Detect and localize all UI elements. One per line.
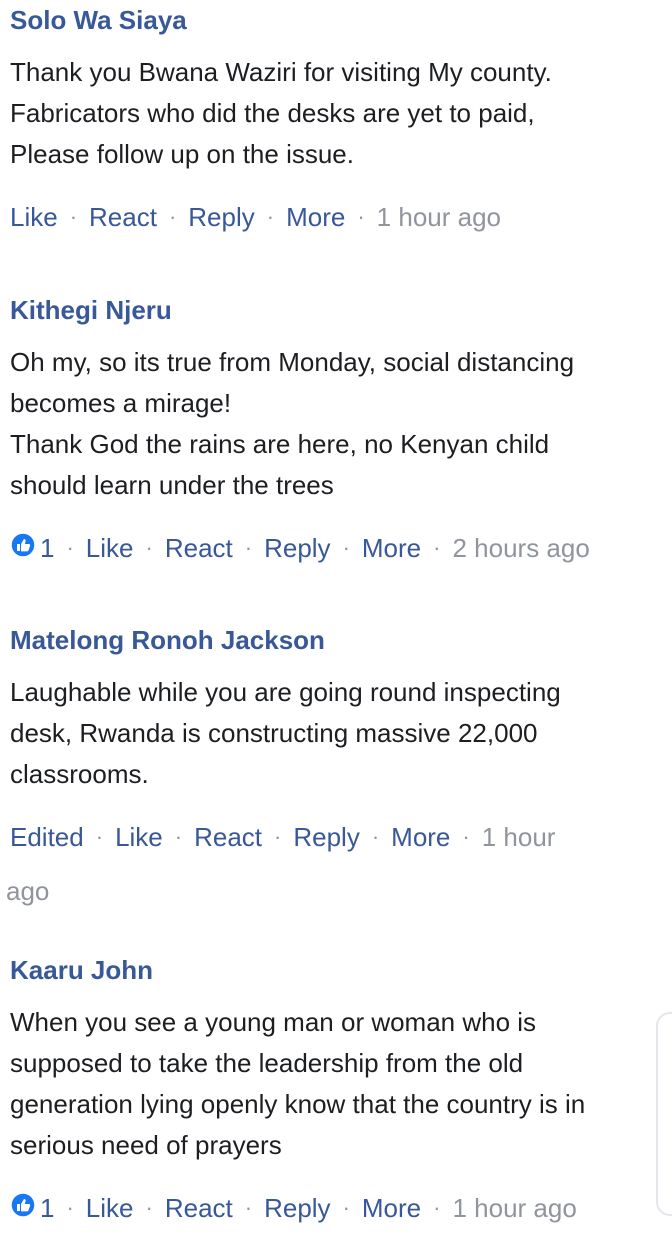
comment-line: serious need of prayers [10, 1130, 282, 1160]
separator-dot: · [66, 1195, 74, 1220]
comment-line: should learn under the trees [10, 470, 334, 500]
separator-dot: · [95, 824, 104, 849]
comment-line: desk, Rwanda is constructing massive 22,… [10, 718, 538, 748]
comment: Kithegi Njeru Oh my, so its true from Mo… [10, 290, 648, 568]
comment-line: becomes a mirage! [10, 388, 232, 418]
react-link[interactable]: React [165, 1188, 233, 1228]
comment-line: generation lying openly know that the co… [10, 1089, 586, 1119]
comment-body: Thank you Bwana Waziri for visiting My c… [10, 52, 648, 175]
separator-dot: · [266, 204, 275, 229]
comment-actions: Edited · Like · React · Reply · More · 1… [10, 817, 648, 857]
more-link[interactable]: More [362, 1188, 421, 1228]
comment-timestamp[interactable]: 1 hour [482, 817, 556, 857]
separator-dot: · [145, 1195, 153, 1220]
separator-dot: · [274, 824, 282, 849]
comment-line: When you see a young man or woman who is [10, 1007, 537, 1037]
separator-dot: · [433, 1195, 441, 1220]
comment-line: classrooms. [10, 759, 149, 789]
like-link[interactable]: Like [86, 528, 134, 568]
comment-timestamp[interactable]: 1 hour ago [377, 197, 501, 237]
comment-line: Thank God the rains are here, no Kenyan … [10, 429, 550, 459]
separator-dot: · [145, 535, 153, 560]
react-link[interactable]: React [165, 528, 233, 568]
thumbs-up-icon [10, 529, 36, 558]
reaction-badge[interactable]: 1 [10, 1188, 54, 1228]
more-link[interactable]: More [286, 197, 345, 237]
more-link[interactable]: More [362, 528, 421, 568]
comment-timestamp[interactable]: 2 hours ago [452, 528, 589, 568]
reply-link[interactable]: Reply [264, 528, 330, 568]
react-link[interactable]: React [194, 817, 262, 857]
reply-link[interactable]: Reply [264, 1188, 330, 1228]
separator-dot: · [433, 535, 441, 560]
comment: Kaaru John When you see a young man or w… [10, 950, 648, 1228]
comment: Solo Wa Siaya Thank you Bwana Waziri for… [10, 0, 648, 237]
comment-line: supposed to take the leadership from the… [10, 1048, 524, 1078]
react-link[interactable]: React [89, 197, 157, 237]
more-link[interactable]: More [391, 817, 450, 857]
comment-author[interactable]: Matelong Ronoh Jackson [10, 620, 648, 660]
comment: Matelong Ronoh Jackson Laughable while y… [6, 620, 648, 906]
like-link[interactable]: Like [86, 1188, 134, 1228]
comment-author[interactable]: Kithegi Njeru [10, 290, 648, 330]
reaction-count: 1 [40, 533, 55, 563]
separator-dot: · [342, 1195, 350, 1220]
comment-author[interactable]: Solo Wa Siaya [10, 0, 648, 40]
comment-line: Laughable while you are going round insp… [10, 677, 561, 707]
reply-link[interactable]: Reply [188, 197, 254, 237]
comment-line: Please follow up on the issue. [10, 139, 354, 169]
edited-label[interactable]: Edited [10, 817, 84, 857]
like-link[interactable]: Like [115, 817, 163, 857]
comment-line: Thank you Bwana Waziri for visiting My c… [10, 57, 552, 87]
reply-link[interactable]: Reply [293, 817, 359, 857]
comment-line: Oh my, so its true from Monday, social d… [10, 347, 575, 377]
separator-dot: · [342, 535, 350, 560]
separator-dot: · [66, 535, 74, 560]
separator-dot: · [244, 1195, 253, 1220]
reaction-count: 1 [40, 1193, 55, 1223]
comment-body: Oh my, so its true from Monday, social d… [10, 342, 648, 506]
separator-dot: · [174, 824, 183, 849]
comment-line: Fabricators who did the desks are yet to… [10, 98, 535, 128]
comment-actions: 1 · Like · React · Reply · More · 2 hour… [10, 528, 648, 568]
comment-actions: 1 · Like · React · Reply · More · 1 hour… [10, 1188, 648, 1228]
like-link[interactable]: Like [10, 197, 58, 237]
comment-body: Laughable while you are going round insp… [10, 672, 648, 795]
separator-dot: · [371, 824, 380, 849]
comment-timestamp[interactable]: 1 hour ago [452, 1188, 576, 1228]
separator-dot: · [69, 204, 78, 229]
floating-edge-handle[interactable] [656, 1012, 672, 1216]
comment-body: When you see a young man or woman who is… [10, 1002, 648, 1166]
separator-dot: · [244, 535, 253, 560]
thumbs-up-icon [10, 1189, 36, 1218]
reaction-badge[interactable]: 1 [10, 528, 54, 568]
separator-dot: · [357, 204, 365, 229]
comment-timestamp-continued[interactable]: ago [6, 871, 49, 911]
separator-dot: · [462, 824, 470, 849]
comment-actions: Like · React · Reply · More · 1 hour ago [10, 197, 648, 237]
separator-dot: · [168, 204, 177, 229]
comment-author[interactable]: Kaaru John [10, 950, 648, 990]
